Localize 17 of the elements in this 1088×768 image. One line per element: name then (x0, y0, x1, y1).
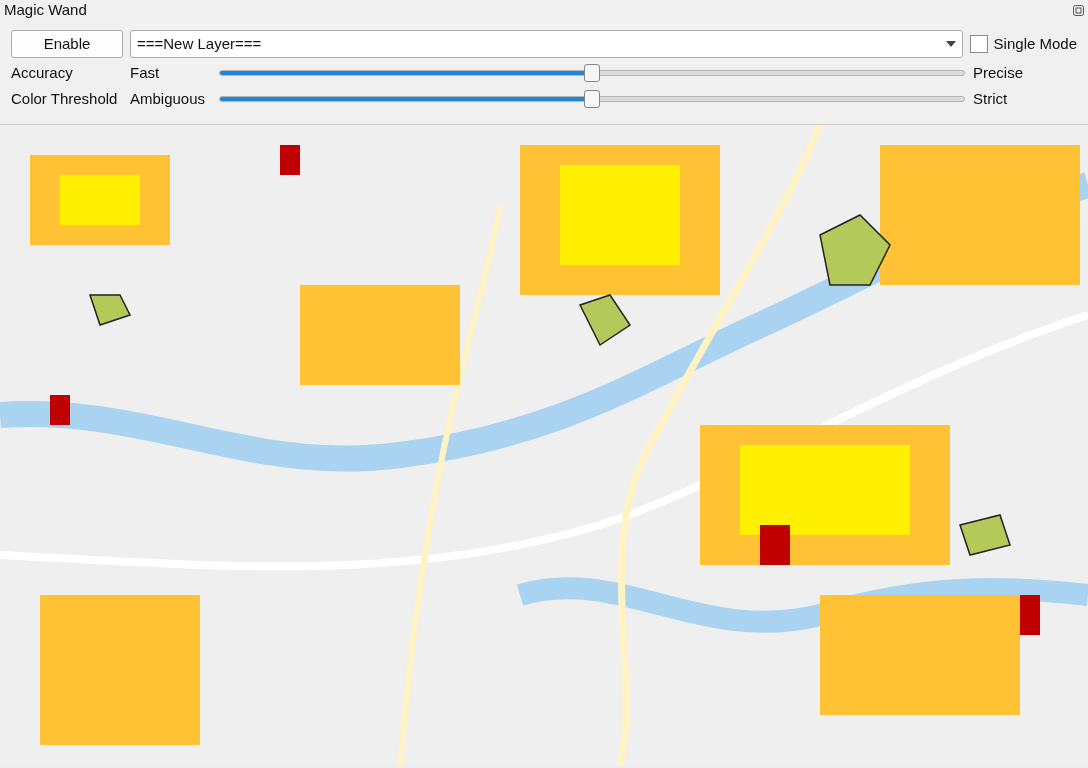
slider-min-label: Ambiguous (130, 88, 207, 109)
slider[interactable] (219, 64, 965, 82)
slider-min-label: Fast (130, 62, 161, 83)
slider-thumb[interactable] (584, 90, 600, 108)
slider-thumb[interactable] (584, 64, 600, 82)
slider[interactable] (219, 90, 965, 108)
checkbox-label: Single Mode (993, 33, 1077, 54)
layer-dropdown[interactable]: ===New Layer=== (130, 30, 963, 58)
enable-button[interactable]: Enable (11, 30, 123, 58)
slider-max-label: Precise (972, 62, 1025, 83)
caret-icon (945, 41, 956, 47)
checkbox[interactable] (969, 35, 988, 53)
slider-max-label: Strict (972, 88, 1009, 109)
float-icon[interactable] (1073, 4, 1084, 16)
slider-label: Color Threshold (11, 88, 119, 109)
panel-title: Magic Wand (4, 0, 87, 20)
slider-label: Accuracy (11, 62, 74, 83)
